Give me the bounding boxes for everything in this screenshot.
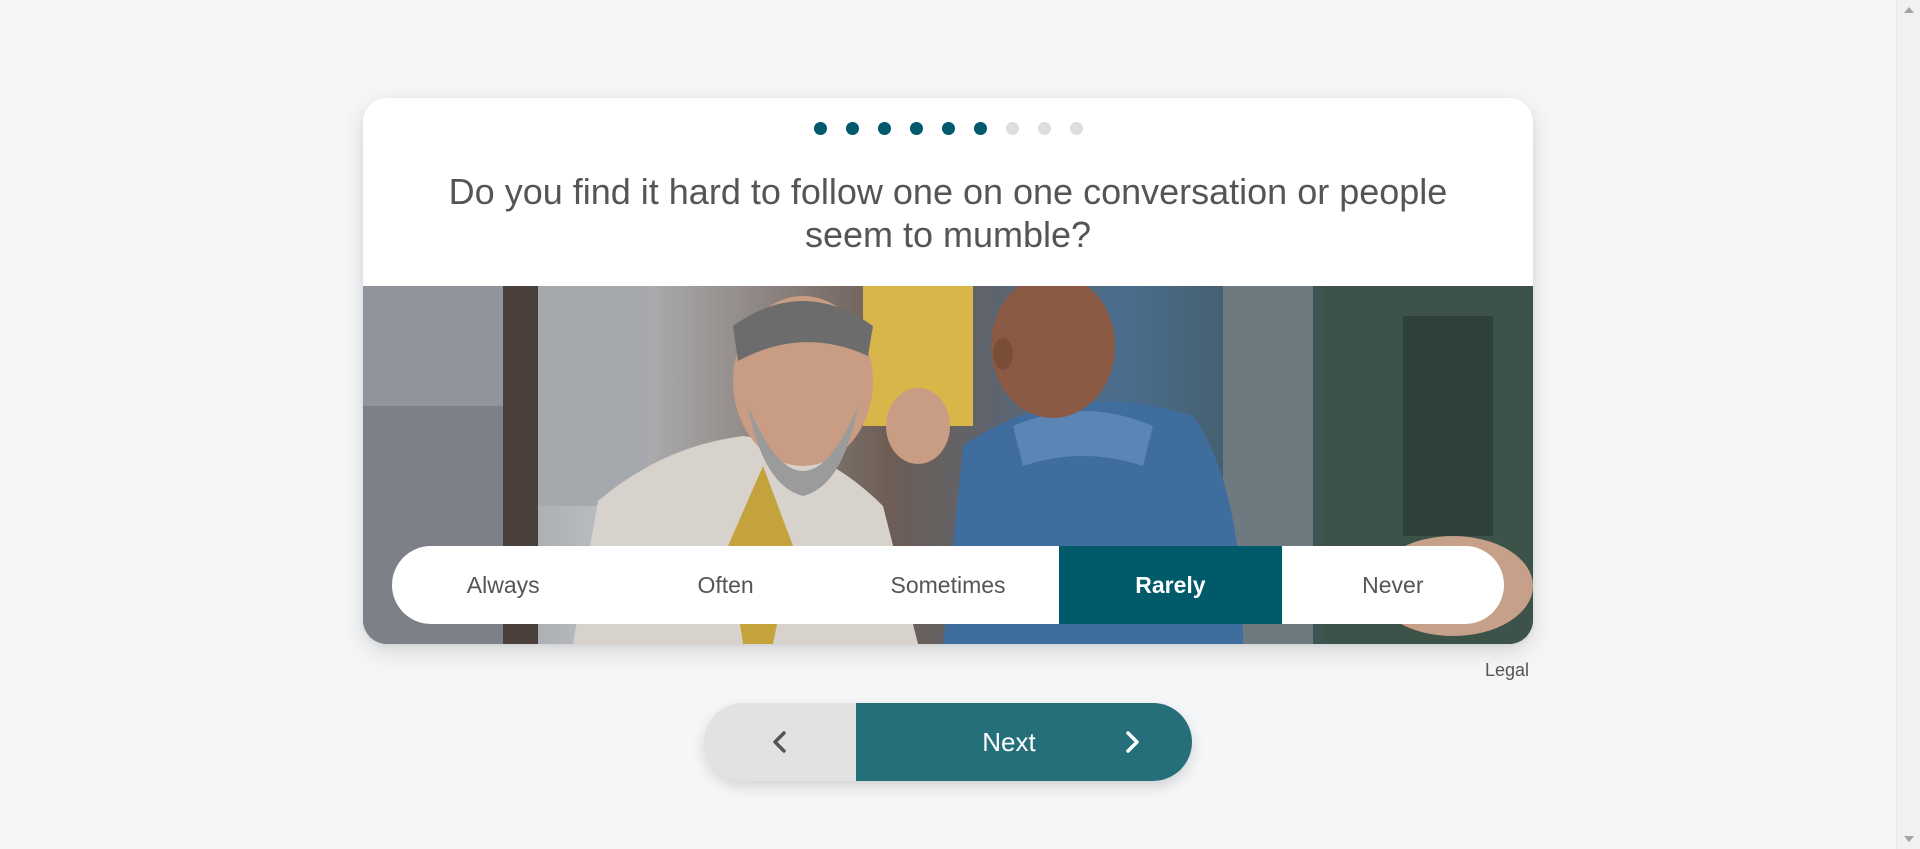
progress-dot: [909, 122, 923, 135]
progress-dot: [1037, 122, 1051, 135]
page-scrollbar[interactable]: [1896, 0, 1920, 849]
back-button[interactable]: [704, 703, 856, 781]
page: Do you find it hard to follow one on one…: [0, 0, 1920, 849]
chevron-left-icon: [773, 731, 786, 753]
progress-dot: [1005, 122, 1019, 135]
progress-dots: [363, 122, 1533, 135]
navigation-buttons: Next: [704, 703, 1192, 781]
chevron-right-icon: [1126, 731, 1139, 753]
progress-dot: [973, 122, 987, 135]
question-text: Do you find it hard to follow one on one…: [448, 171, 1448, 255]
answer-options: Always Often Sometimes Rarely Never: [392, 546, 1504, 624]
progress-dot: [845, 122, 859, 135]
scroll-down-icon[interactable]: [1904, 836, 1914, 842]
scroll-up-icon[interactable]: [1904, 7, 1914, 13]
question-card: Do you find it hard to follow one on one…: [363, 98, 1533, 644]
legal-link[interactable]: Legal: [1485, 660, 1529, 681]
progress-dot: [1069, 122, 1083, 135]
progress-dot: [877, 122, 891, 135]
next-button[interactable]: Next: [856, 703, 1192, 781]
next-label: Next: [982, 726, 1036, 757]
progress-dot: [813, 122, 827, 135]
answer-always[interactable]: Always: [392, 546, 614, 624]
progress-dot: [941, 122, 955, 135]
answer-often[interactable]: Often: [614, 546, 836, 624]
answer-rarely[interactable]: Rarely: [1059, 546, 1282, 624]
answer-never[interactable]: Never: [1282, 546, 1504, 624]
answer-sometimes[interactable]: Sometimes: [837, 546, 1059, 624]
